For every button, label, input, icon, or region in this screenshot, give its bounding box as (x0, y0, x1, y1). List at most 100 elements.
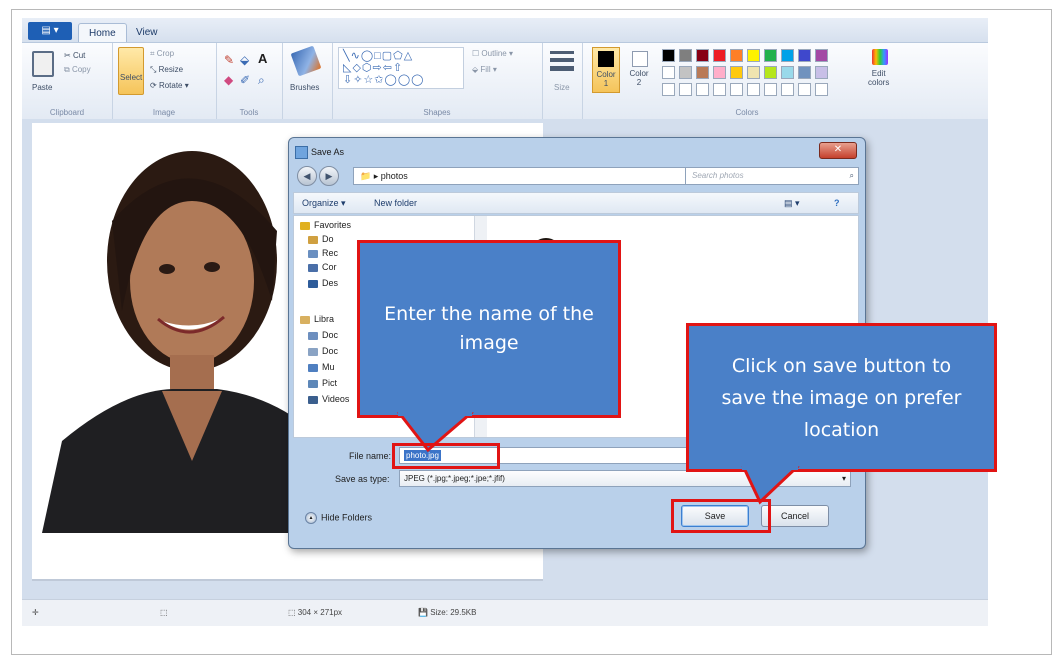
color2-button[interactable]: Color 2 (626, 47, 654, 93)
palette-swatch-empty[interactable] (815, 83, 828, 96)
crop-button[interactable]: ⌗ Crop (150, 49, 174, 59)
edit-colors-icon[interactable] (872, 49, 888, 65)
group-label-image: Image (152, 108, 176, 117)
palette-swatch[interactable] (730, 66, 743, 79)
nav-item[interactable]: Cor (308, 262, 337, 272)
address-path: ▸ photos (373, 171, 408, 181)
palette-swatch-empty[interactable] (798, 83, 811, 96)
copy-button[interactable]: ⧉ Copy (64, 65, 91, 75)
selection-size-icon: ⬚ (160, 608, 168, 617)
brush-icon[interactable] (290, 45, 322, 77)
palette-swatch[interactable] (730, 49, 743, 62)
new-folder-button[interactable]: New folder (374, 198, 417, 208)
portrait-photo (42, 151, 312, 533)
help-icon[interactable]: ? (834, 198, 840, 208)
nav-item[interactable]: Rec (308, 248, 338, 258)
nav-item[interactable]: Doc (308, 346, 338, 356)
eraser-icon[interactable]: ◆ (224, 73, 233, 87)
callout-click-save: Click on save button to save the image o… (686, 323, 997, 472)
palette-swatch[interactable] (798, 66, 811, 79)
palette-swatch[interactable] (798, 49, 811, 62)
chevron-down-icon: ▾ (841, 474, 846, 483)
palette-swatch[interactable] (764, 66, 777, 79)
palette-swatch-empty[interactable] (696, 83, 709, 96)
nav-item[interactable]: Doc (308, 330, 338, 340)
folder-icon (308, 235, 318, 244)
cancel-button[interactable]: Cancel (761, 505, 829, 527)
organize-button[interactable]: Organize ▾ (302, 198, 346, 209)
size-line-icon[interactable] (550, 51, 574, 54)
palette-swatch[interactable] (781, 66, 794, 79)
back-button[interactable]: ◀ (297, 166, 317, 186)
palette-swatch[interactable] (679, 66, 692, 79)
resize-button[interactable]: ⤡ Resize (150, 65, 183, 75)
cut-button[interactable]: ✂ Cut (64, 51, 85, 60)
palette-swatch-empty[interactable] (764, 83, 777, 96)
palette-swatch[interactable] (747, 66, 760, 79)
nav-item[interactable]: Do (308, 234, 334, 244)
nav-item[interactable]: Pict (308, 378, 337, 388)
color-picker-icon[interactable]: ✐ (240, 73, 250, 87)
tab-home[interactable]: Home (78, 23, 127, 43)
nav-item[interactable]: Des (308, 278, 338, 288)
palette-swatch[interactable] (815, 49, 828, 62)
callout-enter-name: Enter the name of the image (357, 240, 621, 418)
palette-swatch[interactable] (764, 49, 777, 62)
palette-swatch[interactable] (696, 49, 709, 62)
palette-swatch-empty[interactable] (747, 83, 760, 96)
resize-label: Resize (158, 65, 184, 74)
callout-enter-name-text: Enter the name of the image (384, 303, 594, 354)
palette-swatch-empty[interactable] (713, 83, 726, 96)
cut-label: Cut (72, 51, 86, 60)
palette-swatch-empty[interactable] (730, 83, 743, 96)
size-line-icon-2 (550, 58, 574, 62)
nav-item[interactable]: Mu (308, 362, 335, 372)
group-label-colors: Colors (735, 108, 759, 117)
nav-item[interactable]: Favorites (300, 220, 351, 230)
group-label-tools: Tools (239, 108, 259, 117)
search-input[interactable]: Search photos ⌕ (685, 167, 859, 185)
hide-folders-button[interactable]: ▴ Hide Folders (305, 512, 372, 524)
nav-item[interactable]: Videos (308, 394, 349, 404)
shapes-row-2-icon: ◺◇⬡⇨⇦⇧ (343, 62, 404, 74)
fill-button[interactable]: ⬙ Fill ▾ (472, 65, 497, 74)
palette-swatch[interactable] (713, 66, 726, 79)
palette-swatch-empty[interactable] (781, 83, 794, 96)
nav-item-label: Favorites (314, 220, 352, 230)
palette-swatch[interactable] (662, 66, 675, 79)
group-brushes: Brushes (282, 43, 333, 119)
paste-button[interactable]: Paste (32, 83, 52, 92)
outline-button[interactable]: ☐ Outline ▾ (472, 49, 513, 58)
close-button[interactable]: ✕ (819, 142, 857, 159)
palette-swatch[interactable] (679, 49, 692, 62)
text-icon[interactable]: A (258, 51, 267, 66)
folder-icon (308, 347, 318, 356)
forward-button[interactable]: ▶ (319, 166, 339, 186)
image-dimensions-value: 304 × 271px (297, 608, 343, 617)
palette-swatch[interactable] (713, 49, 726, 62)
group-clipboard: Paste ✂ Cut ⧉ Copy Clipboard (22, 43, 113, 119)
palette-swatch[interactable] (781, 49, 794, 62)
palette-swatch[interactable] (747, 49, 760, 62)
nav-item-label: Doc (322, 330, 339, 340)
pencil-icon[interactable]: ✎ (224, 53, 234, 67)
nav-item[interactable]: Libra (300, 314, 334, 324)
view-options-icon[interactable]: ▤ ▾ (784, 198, 800, 209)
edit-colors-label: Edit colors (868, 69, 890, 87)
palette-swatch-empty[interactable] (662, 83, 675, 96)
tab-view[interactable]: View (126, 23, 168, 42)
group-size: Size (542, 43, 583, 119)
palette-swatch[interactable] (815, 66, 828, 79)
palette-swatch[interactable] (696, 66, 709, 79)
select-button[interactable] (118, 47, 144, 95)
color2-swatch (632, 51, 648, 67)
fill-icon[interactable]: ⬙ (240, 53, 249, 67)
app-menu-button[interactable]: ▤ ▾ (28, 22, 72, 40)
color1-button[interactable]: Color 1 (592, 47, 620, 93)
address-bar[interactable]: 📁 ▸ photos (353, 167, 703, 185)
rotate-button[interactable]: ⟳ Rotate ▾ (150, 81, 189, 90)
magnifier-icon[interactable]: ⌕ (258, 73, 265, 88)
palette-swatch-empty[interactable] (679, 83, 692, 96)
palette-swatch[interactable] (662, 49, 675, 62)
shapes-gallery[interactable]: ╲∿◯□▢⬠△ ◺◇⬡⇨⇦⇧ ⇩✧☆✩◯◯◯ (338, 47, 464, 89)
